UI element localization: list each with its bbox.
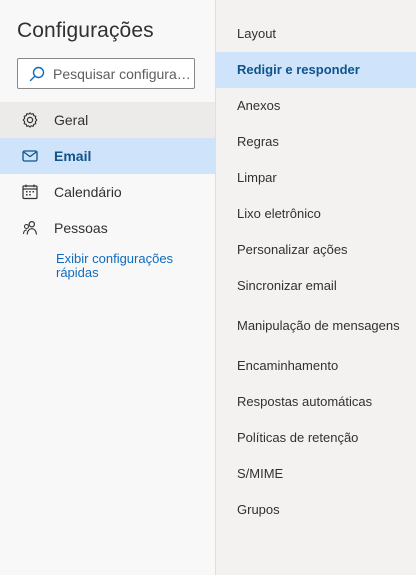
submenu-item-message-handling[interactable]: Manipulação de mensagens — [216, 304, 416, 348]
sidebar-item-label: Pessoas — [54, 220, 108, 236]
calendar-icon — [21, 183, 39, 201]
submenu-item-layout[interactable]: Layout — [216, 16, 416, 52]
submenu-item-customize-actions[interactable]: Personalizar ações — [216, 232, 416, 268]
sidebar-item-label: Calendário — [54, 184, 122, 200]
submenu-item-smime[interactable]: S/MIME — [216, 456, 416, 492]
submenu-item-forwarding[interactable]: Encaminhamento — [216, 348, 416, 384]
email-settings-list: Layout Redigir e responder Anexos Regras… — [216, 16, 416, 528]
email-settings-submenu-pane: Layout Redigir e responder Anexos Regras… — [216, 0, 416, 575]
search-input[interactable] — [53, 65, 193, 82]
page-title: Configurações — [17, 19, 154, 42]
submenu-item-automatic-replies[interactable]: Respostas automáticas — [216, 384, 416, 420]
sidebar-item-people[interactable]: Pessoas — [0, 210, 215, 246]
sidebar-item-calendar[interactable]: Calendário — [0, 174, 215, 210]
sidebar-item-label: Email — [54, 148, 92, 164]
submenu-item-compose-reply[interactable]: Redigir e responder — [216, 52, 416, 88]
settings-category-nav: Geral Email Calendário Pessoas — [0, 102, 215, 246]
people-icon — [21, 219, 39, 237]
submenu-item-attachments[interactable]: Anexos — [216, 88, 416, 124]
gear-icon — [21, 111, 39, 129]
settings-window: Configurações Geral — [0, 0, 416, 575]
sidebar-item-email[interactable]: Email — [0, 138, 215, 174]
sidebar-item-label: Geral — [54, 112, 89, 128]
submenu-item-sweep[interactable]: Limpar — [216, 160, 416, 196]
quick-settings-link[interactable]: Exibir configurações rápidas — [56, 252, 206, 280]
settings-category-pane: Configurações Geral — [0, 0, 216, 575]
submenu-item-groups[interactable]: Grupos — [216, 492, 416, 528]
sidebar-item-general[interactable]: Geral — [0, 102, 215, 138]
submenu-item-junk-email[interactable]: Lixo eletrônico — [216, 196, 416, 232]
mail-icon — [21, 147, 39, 165]
submenu-item-rules[interactable]: Regras — [216, 124, 416, 160]
settings-search-box[interactable] — [17, 58, 195, 89]
search-icon — [27, 64, 47, 84]
submenu-item-sync-email[interactable]: Sincronizar email — [216, 268, 416, 304]
submenu-item-retention-policies[interactable]: Políticas de retenção — [216, 420, 416, 456]
